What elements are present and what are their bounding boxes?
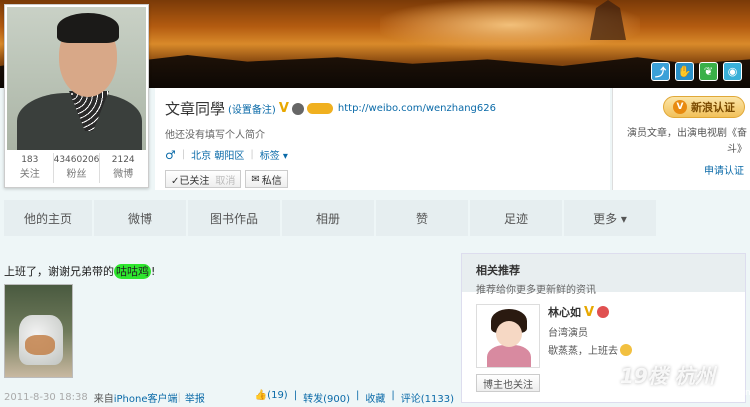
- sina-verify-label: 新浪认证: [691, 101, 735, 114]
- photo-food: [25, 335, 55, 355]
- profile-name: 文章同學: [165, 100, 226, 118]
- related-post-text: 歇蒸蒸，上班去: [548, 346, 618, 357]
- member-icon: [597, 306, 610, 318]
- tab-weibo[interactable]: 微博: [94, 200, 186, 236]
- followed-button[interactable]: ✓已关注 取消: [165, 170, 242, 188]
- divider: |: [355, 389, 360, 401]
- sina-verify-button[interactable]: V 新浪认证: [663, 96, 745, 118]
- verification-panel: V 新浪认证 演员文章，出演电视剧《奋斗》 申请认证: [612, 88, 750, 190]
- stat-value: 183: [21, 155, 39, 165]
- stat-label: 微博: [113, 169, 134, 180]
- sina-verify-icon: V: [673, 100, 687, 114]
- tab-books[interactable]: 图书作品: [188, 200, 280, 236]
- related-user-avatar[interactable]: [476, 304, 540, 368]
- tag-dropdown[interactable]: 标签 ▾: [260, 147, 288, 162]
- post-source-link[interactable]: iPhone客户端: [114, 390, 178, 405]
- verified-v-icon: V: [584, 304, 595, 320]
- post-highlight: 咕咕鸡: [114, 264, 151, 279]
- avatar-robe: [487, 345, 531, 367]
- favorite-button[interactable]: 收藏: [365, 390, 385, 405]
- stat-following[interactable]: 183 关注: [7, 153, 54, 183]
- profile-bio: 他还没有填写个人简介: [165, 130, 265, 141]
- level-badge-icon: [306, 103, 333, 114]
- smiley-icon: [620, 343, 632, 356]
- banner-icons: ⤴ ✋ ❦ ◉: [651, 62, 742, 81]
- divider: |: [177, 391, 181, 403]
- divider: |: [250, 149, 254, 160]
- related-user-role: 台湾演员: [548, 328, 588, 339]
- name-row: 文章同學 (设置备注) V http://weibo.com/wenzhang6…: [165, 98, 496, 119]
- profile-nav-tabs: 他的主页 微博 图书作品 相册 赞 足迹 更多 ▾: [4, 200, 750, 236]
- profile-url-link[interactable]: http://weibo.com/wenzhang626: [338, 103, 496, 114]
- tab-home[interactable]: 他的主页: [4, 200, 92, 236]
- mail-icon: ✉: [251, 173, 260, 185]
- stat-label: 粉丝: [66, 169, 87, 180]
- tab-footprints[interactable]: 足迹: [470, 200, 562, 236]
- set-remark-link[interactable]: (设置备注): [228, 101, 276, 116]
- report-link[interactable]: 举报: [185, 390, 205, 405]
- post-meta: 2011-8-30 18:38 来自 iPhone客户端 | 举报 👍(19) …: [4, 389, 454, 405]
- post-text: 上班了，谢谢兄弟带的 咕咕鸡!: [4, 263, 155, 279]
- hand-icon[interactable]: ✋: [675, 62, 694, 81]
- comment-button[interactable]: 评论(1133): [401, 390, 454, 405]
- unfollow-link[interactable]: 取消: [215, 172, 235, 187]
- leaf-icon[interactable]: ❦: [699, 62, 718, 81]
- location-link[interactable]: 北京 朝阳区: [191, 147, 244, 162]
- post-text-before: 上班了，谢谢兄弟带的: [4, 265, 114, 278]
- profile-actions: ✓已关注 取消 ✉ 私信: [165, 170, 288, 188]
- gender-male-icon: ♂: [165, 147, 176, 162]
- post-text-after: !: [151, 265, 156, 278]
- site-watermark: 19楼 杭州: [620, 364, 715, 388]
- stat-value: 2124: [111, 155, 135, 165]
- stat-posts[interactable]: 2124 微博: [100, 153, 146, 183]
- location-row: ♂ | 北京 朝阳区 | 标签 ▾: [165, 147, 288, 163]
- related-user-post: 歇蒸蒸，上班去: [548, 342, 632, 357]
- related-user-name[interactable]: 林心如: [548, 304, 581, 320]
- related-header: 相关推荐 推荐给你更多更新鲜的资讯: [462, 254, 745, 296]
- profile-info: 文章同學 (设置备注) V http://weibo.com/wenzhang6…: [155, 88, 610, 190]
- divider: |: [293, 389, 298, 401]
- avatar[interactable]: [7, 7, 146, 150]
- verified-v-icon: V: [278, 101, 289, 116]
- stat-label: 关注: [19, 169, 40, 180]
- tab-likes[interactable]: 赞: [376, 200, 468, 236]
- post-photo[interactable]: [4, 284, 73, 378]
- sina-icon[interactable]: ◉: [723, 62, 742, 81]
- related-name-row: 林心如 V: [548, 304, 610, 320]
- related-title: 相关推荐: [476, 264, 520, 277]
- avatar-card: 183 关注 43460206 粉丝 2124 微博: [4, 4, 149, 188]
- verification-description: 演员文章，出演电视剧《奋斗》: [627, 128, 747, 155]
- avatar-hair: [57, 13, 119, 43]
- site-watermark-url: www.19Lou.com: [680, 388, 750, 398]
- post-time[interactable]: 2011-8-30 18:38: [4, 392, 88, 403]
- stats-bar: 183 关注 43460206 粉丝 2124 微博: [7, 153, 146, 183]
- member-icon: [291, 102, 304, 115]
- divider: |: [391, 389, 395, 401]
- message-label: 私信: [261, 175, 282, 187]
- tab-albums[interactable]: 相册: [282, 200, 374, 236]
- message-button[interactable]: ✉ 私信: [245, 170, 288, 188]
- related-follow-status[interactable]: 博主也关注: [476, 374, 540, 392]
- related-subtitle: 推荐给你更多更新鲜的资讯: [476, 285, 596, 296]
- post-from-label: 来自: [93, 393, 114, 405]
- stat-value: 43460206: [53, 155, 100, 165]
- like-button[interactable]: 👍(19): [255, 390, 288, 405]
- apply-verify-link[interactable]: 申请认证: [704, 162, 744, 177]
- post-actions: 👍(19) | 转发(900) | 收藏 | 评论(1133): [255, 390, 454, 405]
- followed-label: ✓已关注: [171, 175, 210, 187]
- avatar-face: [496, 321, 522, 347]
- forward-button[interactable]: 转发(900): [303, 390, 350, 405]
- stat-followers[interactable]: 43460206 粉丝: [54, 153, 101, 183]
- link-icon[interactable]: ⤴: [651, 62, 670, 81]
- tab-more[interactable]: 更多 ▾: [564, 200, 656, 236]
- divider: |: [181, 149, 186, 160]
